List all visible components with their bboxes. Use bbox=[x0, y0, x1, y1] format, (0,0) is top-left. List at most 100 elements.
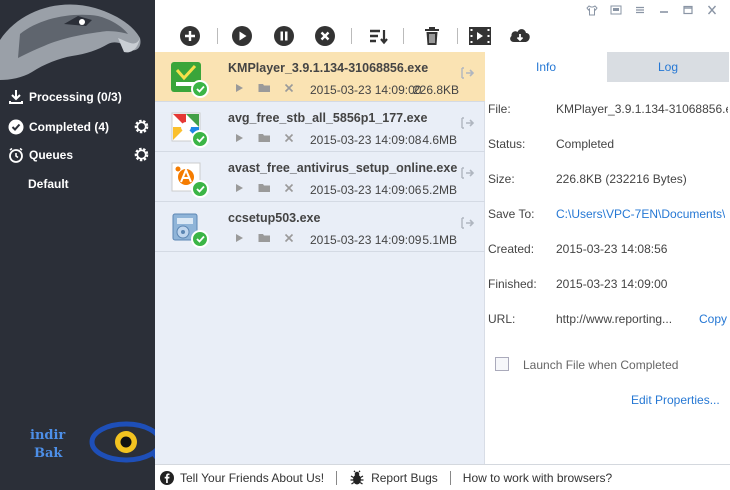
toolbar-separator bbox=[403, 28, 404, 44]
sidebar-item-completed[interactable]: Completed (4) bbox=[8, 119, 109, 135]
footer-separator bbox=[336, 470, 338, 485]
size-label: Size: bbox=[488, 172, 515, 186]
file-size: 226.8KB bbox=[413, 83, 460, 97]
file-name: KMPlayer_3.9.1.134-31068856.exe bbox=[228, 61, 429, 75]
finished-value: 2015-03-23 14:09:00 bbox=[556, 277, 668, 291]
completed-check-icon bbox=[191, 80, 209, 98]
cloud-download-button[interactable] bbox=[508, 24, 532, 48]
footer-separator bbox=[449, 470, 451, 485]
download-list: KMPlayer_3.9.1.134-31068856.exe 2015-03-… bbox=[155, 52, 485, 464]
tell-friends-link[interactable]: Tell Your Friends About Us! bbox=[160, 470, 324, 485]
edit-properties-link[interactable]: Edit Properties... bbox=[631, 393, 720, 407]
watermark-line2: Bak bbox=[34, 446, 63, 461]
open-file-icon[interactable] bbox=[461, 167, 475, 179]
file-date: 2015-03-23 14:09:09 bbox=[310, 233, 422, 247]
sidebar-item-label: Default bbox=[28, 177, 69, 191]
mini-mode-button[interactable] bbox=[604, 2, 628, 18]
sidebar-item-processing[interactable]: Processing (0/3) bbox=[8, 89, 122, 105]
sidebar-item-label: Processing (0/3) bbox=[29, 90, 122, 104]
close-button[interactable] bbox=[700, 2, 724, 18]
file-date: 2015-03-23 14:09:06 bbox=[310, 183, 422, 197]
maximize-button[interactable] bbox=[676, 2, 700, 18]
toolbar-separator bbox=[457, 28, 458, 44]
report-bugs-label: Report Bugs bbox=[371, 470, 438, 485]
clock-icon bbox=[9, 147, 23, 163]
status-value: Completed bbox=[556, 137, 615, 151]
download-row[interactable]: ccsetup503.exe 2015-03-23 14:09:09 5.1MB bbox=[155, 202, 485, 252]
file-name: ccsetup503.exe bbox=[228, 211, 321, 225]
folder-icon[interactable] bbox=[256, 82, 272, 94]
folder-icon[interactable] bbox=[256, 182, 272, 194]
watermark-line1: indir bbox=[30, 428, 66, 443]
url-value: http://www.reporting... bbox=[556, 312, 673, 326]
stop-icon bbox=[315, 26, 335, 46]
file-size: 5.1MB bbox=[422, 233, 457, 247]
tab-log[interactable]: Log bbox=[607, 52, 729, 82]
play-icon[interactable] bbox=[231, 182, 247, 194]
start-button[interactable] bbox=[230, 24, 254, 48]
download-row[interactable]: avast_free_antivirus_setup_online.exe 20… bbox=[155, 152, 485, 202]
info-panel: Info Log File: KMPlayer_3.9.1.134-310688… bbox=[485, 52, 730, 464]
skin-button[interactable] bbox=[580, 2, 604, 18]
add-icon bbox=[180, 26, 200, 46]
created-value: 2015-03-23 14:08:56 bbox=[556, 242, 668, 256]
pause-button[interactable] bbox=[272, 24, 296, 48]
status-label: Status: bbox=[488, 137, 526, 151]
remove-icon[interactable] bbox=[281, 182, 297, 194]
watermark-logo: indir Bak bbox=[28, 420, 173, 472]
remove-icon[interactable] bbox=[281, 132, 297, 144]
eagle-logo bbox=[0, 4, 141, 80]
play-icon[interactable] bbox=[231, 232, 247, 244]
close-icon bbox=[707, 5, 717, 15]
window-icon bbox=[610, 5, 622, 15]
file-value: KMPlayer_3.9.1.134-31068856.exe bbox=[556, 102, 728, 116]
launch-checkbox-label: Launch File when Completed bbox=[523, 358, 679, 372]
pause-icon bbox=[274, 26, 294, 46]
folder-icon[interactable] bbox=[256, 232, 272, 244]
menu-button[interactable] bbox=[628, 2, 652, 18]
url-label: URL: bbox=[488, 312, 516, 326]
minimize-button[interactable] bbox=[652, 2, 676, 18]
sort-button[interactable] bbox=[366, 24, 390, 48]
video-button[interactable] bbox=[468, 24, 492, 48]
sidebar-item-queues[interactable]: Queues bbox=[8, 147, 73, 163]
cloud-download-icon bbox=[510, 29, 530, 42]
play-icon bbox=[232, 26, 252, 46]
remove-icon[interactable] bbox=[281, 82, 297, 94]
tab-info[interactable]: Info bbox=[485, 52, 607, 82]
file-size: 4.6MB bbox=[422, 133, 457, 147]
sidebar-item-label: Queues bbox=[29, 148, 74, 162]
add-button[interactable] bbox=[178, 24, 202, 48]
browsers-help-label: How to work with browsers? bbox=[462, 470, 613, 485]
open-file-icon[interactable] bbox=[461, 217, 475, 229]
report-bugs-link[interactable]: Report Bugs bbox=[349, 469, 438, 486]
gear-icon[interactable] bbox=[133, 146, 150, 163]
size-value: 226.8KB (232216 Bytes) bbox=[556, 172, 687, 186]
toolbar-separator bbox=[217, 28, 218, 44]
play-icon[interactable] bbox=[231, 132, 247, 144]
facebook-icon bbox=[160, 470, 174, 485]
stop-button[interactable] bbox=[313, 24, 337, 48]
open-file-icon[interactable] bbox=[461, 67, 475, 79]
bug-icon bbox=[350, 469, 364, 485]
play-icon[interactable] bbox=[231, 82, 247, 94]
folder-icon[interactable] bbox=[256, 132, 272, 144]
download-row[interactable]: KMPlayer_3.9.1.134-31068856.exe 2015-03-… bbox=[155, 52, 485, 102]
file-name: avg_free_stb_all_5856p1_177.exe bbox=[228, 111, 428, 125]
sidebar: Processing (0/3) Completed (4) Queues De… bbox=[0, 0, 166, 490]
delete-icon bbox=[425, 27, 439, 45]
open-file-icon[interactable] bbox=[461, 117, 475, 129]
delete-button[interactable] bbox=[420, 24, 444, 48]
download-row[interactable]: avg_free_stb_all_5856p1_177.exe 2015-03-… bbox=[155, 102, 485, 152]
gear-icon[interactable] bbox=[133, 118, 150, 135]
copy-url-link[interactable]: Copy bbox=[699, 312, 727, 326]
completed-check-icon bbox=[191, 180, 209, 198]
sidebar-item-default-queue[interactable]: Default bbox=[28, 177, 69, 191]
menu-icon bbox=[636, 6, 644, 14]
sort-icon bbox=[370, 29, 388, 45]
launch-checkbox[interactable] bbox=[495, 357, 509, 371]
browsers-help-link[interactable]: How to work with browsers? bbox=[463, 471, 612, 485]
remove-icon[interactable] bbox=[281, 232, 297, 244]
save-to-link[interactable]: C:\Users\VPC-7EN\Documents\ bbox=[556, 207, 725, 221]
completed-check-icon bbox=[191, 130, 209, 148]
